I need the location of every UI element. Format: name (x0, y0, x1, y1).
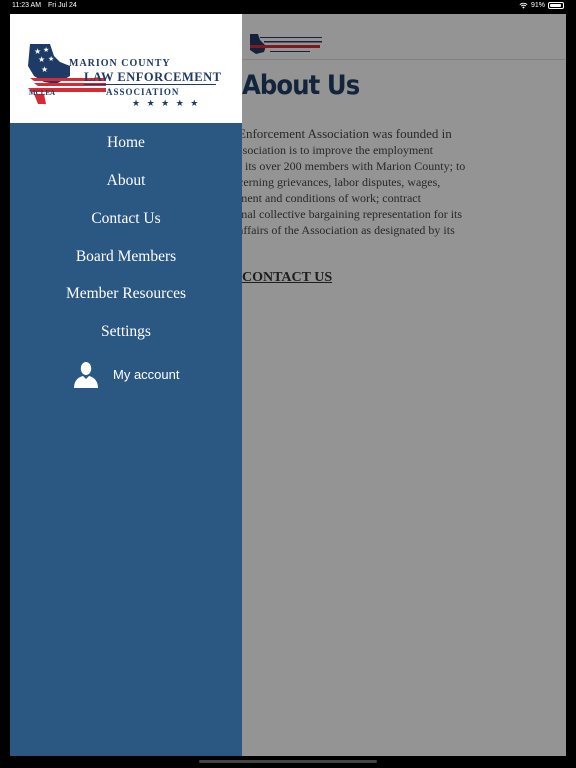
logo-underline (84, 84, 216, 85)
user-icon (74, 362, 98, 388)
drawer-logo: ★ ★ ★ ★ ★ MARION COUNTY LAW ENFORCEMENT … (10, 14, 242, 123)
svg-text:★: ★ (48, 55, 54, 63)
logo-stars: ★ ★ ★ ★ ★ (132, 98, 201, 108)
battery-icon (548, 2, 564, 9)
menu-item-contact-us[interactable]: Contact Us (10, 209, 242, 229)
menu-item-settings[interactable]: Settings (10, 322, 242, 342)
svg-text:★: ★ (38, 55, 45, 64)
svg-text:★: ★ (41, 65, 48, 74)
logo-abbreviation: MCLEA (29, 89, 56, 97)
svg-text:★: ★ (43, 46, 49, 54)
status-date: Fri Jul 24 (48, 2, 77, 9)
menu-item-board-members[interactable]: Board Members (10, 247, 242, 267)
status-indicators: 91% (519, 2, 564, 9)
logo-line-association: ASSOCIATION (106, 87, 180, 97)
logo-line-county: MARION COUNTY (69, 58, 171, 69)
logo-line-law-enforcement: LAW ENFORCEMENT (84, 70, 222, 84)
status-time: 11:23 AM (12, 2, 42, 9)
status-bar: 11:23 AM Fri Jul 24 91% (0, 0, 576, 14)
menu-item-home[interactable]: Home (10, 133, 242, 153)
home-indicator[interactable] (199, 760, 377, 763)
navigation-drawer: ★ ★ ★ ★ ★ MARION COUNTY LAW ENFORCEMENT … (10, 14, 242, 756)
my-account-label: My account (113, 367, 180, 382)
wifi-icon (519, 2, 528, 9)
menu-item-my-account[interactable]: My account (72, 358, 212, 390)
app-screen: About Us Enforcement Association was fou… (10, 14, 566, 756)
menu-item-member-resources[interactable]: Member Resources (10, 284, 242, 304)
battery-percent: 91% (530, 2, 545, 9)
menu-item-about[interactable]: About (10, 171, 242, 191)
